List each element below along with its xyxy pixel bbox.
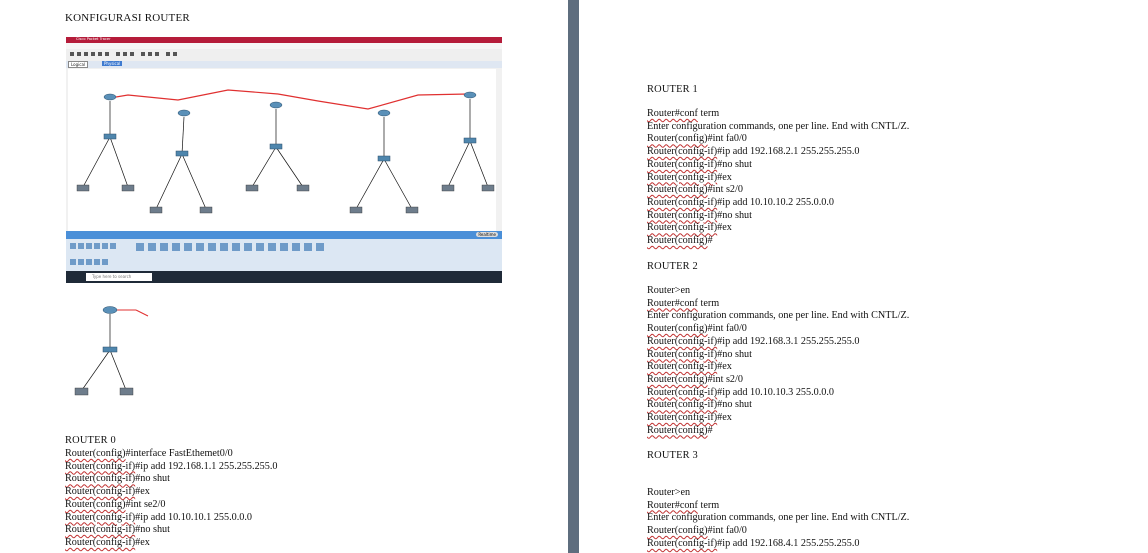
config-line: Router(config-if)#no shut <box>65 473 170 485</box>
config-line: Enter configuration commands, one per li… <box>647 512 910 524</box>
device-palette <box>66 239 502 271</box>
router1-heading: ROUTER 1 <box>647 84 698 95</box>
config-line: Router(config)#int se2/0 <box>65 498 166 510</box>
realtime-bar: Realtime <box>66 231 502 239</box>
config-line: Router(config-if)#ip add 192.168.3.1 255… <box>647 335 860 347</box>
config-line: Router#conf term <box>647 108 720 119</box>
config-line: Router(config-if)#ex <box>65 536 150 548</box>
config-line: Router(config-if)#ip add 192.168.4.1 255… <box>647 537 860 549</box>
router0-topology <box>74 306 149 396</box>
config-line: Router(config-if)#ip add 10.10.10.2 255.… <box>647 196 835 208</box>
config-line: Router(config)#int fa0/0 <box>647 133 747 145</box>
taskbar: Type here to search <box>66 271 502 283</box>
config-line: Router(config-if)#ex <box>647 171 732 183</box>
network-topology <box>76 89 495 214</box>
config-line: Router(config)#int s2/0 <box>647 184 743 196</box>
config-line: Router(config)#int fa0/0 <box>647 323 747 335</box>
tab-physical: Physical <box>102 61 123 66</box>
config-line: Router(config-if)#ex <box>647 222 732 234</box>
router2-config: Router>en Router#conf term Enter configu… <box>647 285 909 437</box>
config-line: Router>en <box>647 285 691 296</box>
router1-config: Router#conf term Enter configuration com… <box>647 108 909 248</box>
config-line: Router(config-if)#ex <box>647 361 732 373</box>
config-line: Router(config-if)#no shut <box>647 348 752 360</box>
router0-heading: ROUTER 0 <box>65 435 116 446</box>
router0-config: Router(config)#interface FastEthemet0/0 … <box>65 448 278 550</box>
config-line: Router(config)# <box>647 235 713 247</box>
config-line: Router(config-if)#no shut <box>647 158 752 170</box>
config-line: Router#conf term <box>647 297 720 309</box>
config-line: Router(config-if)#ip add 192.168.1.1 255… <box>65 460 278 472</box>
config-line: Router#conf term <box>647 499 720 511</box>
window-title: Cisco Packet Tracer <box>76 37 111 41</box>
document-page-left: KONFIGURASI ROUTER Cisco Packet Tracer L… <box>0 0 568 553</box>
config-line: Router(config-if)#no shut <box>647 399 752 411</box>
router3-heading: ROUTER 3 <box>647 450 698 461</box>
config-line: Router(config-if)#no shut <box>647 209 752 221</box>
workspace-tabs: Logical Physical <box>66 61 502 68</box>
packet-tracer-screenshot: Cisco Packet Tracer Logical Physical Rea… <box>66 37 502 283</box>
router3-config: Router>en Router#conf term Enter configu… <box>647 487 909 551</box>
router2-heading: ROUTER 2 <box>647 261 698 272</box>
taskbar-search: Type here to search <box>86 273 152 281</box>
page-title: KONFIGURASI ROUTER <box>65 12 190 24</box>
config-line: Enter configuration commands, one per li… <box>647 120 910 132</box>
config-line: Router>en <box>647 487 691 498</box>
config-line: Router(config)#interface FastEthemet0/0 <box>65 448 233 459</box>
toolbar-icons <box>70 52 177 56</box>
config-line: Router(config-if)#ex <box>647 412 732 424</box>
config-line: Router(config-if)#ex <box>65 486 150 498</box>
realtime-toggle: Realtime <box>476 232 498 237</box>
config-line: Router(config-if)#ip add 192.168.2.1 255… <box>647 146 860 158</box>
config-line: Router(config-if)#ip add 10.10.10.3 255.… <box>647 386 835 398</box>
device-icons <box>70 243 324 265</box>
config-line: Router(config)#int s2/0 <box>647 373 743 385</box>
page-gutter <box>568 0 579 553</box>
config-line: Router(config-if)#ip add 10.10.10.1 255.… <box>65 511 253 523</box>
tab-logical: Logical <box>68 61 89 68</box>
config-line: Router(config)#int fa0/0 <box>647 525 747 537</box>
config-line: Router(config)# <box>647 424 713 436</box>
config-line: Router(config-if)#no shut <box>65 524 170 536</box>
config-line: Enter configuration commands, one per li… <box>647 310 910 322</box>
document-page-right: ROUTER 1 Router#conf term Enter configur… <box>579 0 1148 553</box>
topology-crop-router0 <box>66 292 156 412</box>
